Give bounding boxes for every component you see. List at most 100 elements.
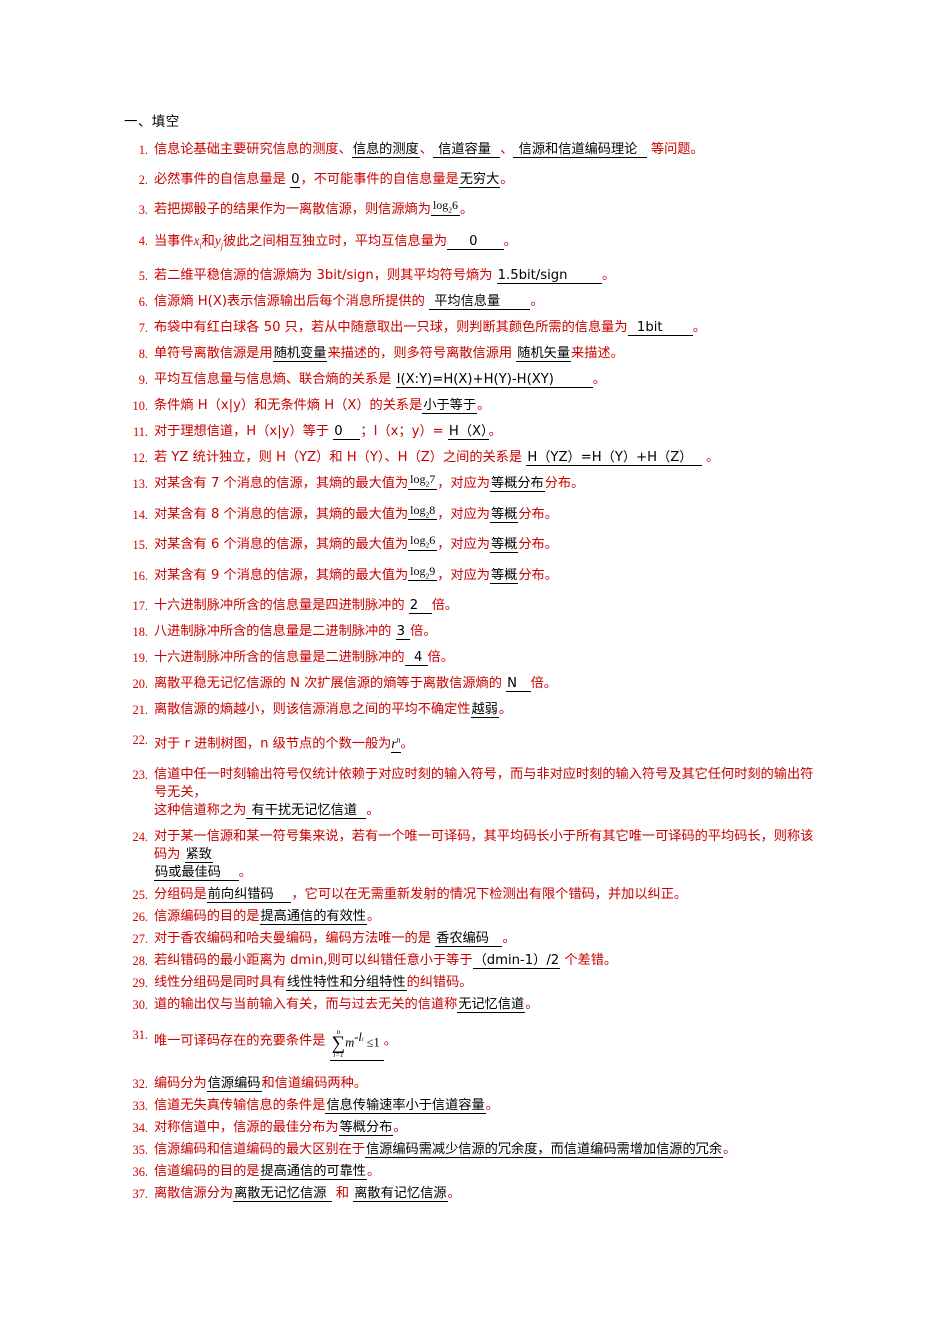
question-text: 。 [460, 202, 474, 217]
answer-blank: 提高通信的有效性 [259, 908, 367, 925]
document-page: 一、填空 1. 信息论基础主要研究信息的测度、信息的测度、 信道容量 、 信源和… [0, 0, 945, 1337]
question-text: 。 [366, 802, 380, 818]
question-text: 。 [498, 702, 513, 718]
log-formula: log26 [430, 198, 461, 216]
answer-blank: 3 [395, 624, 411, 641]
question-text: 道的输出仅与当前输入有关，而与过去无关的信道称 [154, 996, 458, 1012]
question-body: 线性分组码是同时具有线性特性和分组特性的纠错码。 [154, 974, 824, 992]
question-item-7: 7. 布袋中有红白球各 50 只，若从中随意取出一只球，则判断其颜色所需的信息量… [124, 319, 824, 337]
question-text: 。 [692, 320, 707, 336]
question-text: 分布。 [518, 537, 558, 553]
question-number: 21. [132, 703, 149, 718]
answer-blank: N [506, 676, 531, 693]
question-text: 彼此之间相互独立时，平均互信息量为 [222, 233, 448, 249]
question-item-1: 1. 信息论基础主要研究信息的测度、信息的测度、 信道容量 、 信源和信道编码理… [124, 141, 824, 159]
question-number: 19. [132, 651, 149, 666]
question-body: 信源编码的目的是提高通信的有效性。 [154, 908, 824, 926]
question-text: 十六进制脉冲所含的信息量是二进制脉冲的 [154, 650, 405, 666]
question-number: 31. [132, 1027, 149, 1042]
question-body: 离散信源的熵越小，则该信源消息之间的平均不确定性越弱。 [154, 701, 824, 719]
answer-blank: 信道容量 [432, 142, 501, 158]
log-argument: 6 [429, 533, 436, 548]
question-body: 对于 r 进制树图，n 级节点的个数一般为rn。 [154, 731, 824, 753]
answer-blank: rn [391, 735, 401, 753]
answer-blank: 紧致 [184, 846, 213, 863]
question-item-30: 30. 道的输出仅与当前输入有关，而与过去无关的信道称无记忆信道。 [124, 996, 824, 1014]
summation-exponent: -l [354, 1029, 362, 1044]
question-number: 3. [138, 203, 148, 217]
answer-blank: 线性特性和分组特性 [285, 974, 407, 991]
answer-blank: 等概 [490, 537, 519, 554]
log-argument: 6 [452, 198, 459, 212]
answer-blank: 1bit [627, 320, 693, 337]
question-item-29: 29. 线性分组码是同时具有线性特性和分组特性的纠错码。 [124, 974, 824, 992]
question-text: ；I（x；y）= [360, 424, 448, 440]
question-number: 6. [138, 295, 148, 310]
answer-blank: （dmin-1）/2 [472, 952, 561, 969]
question-text: 若纠错码的最小距离为 dmin,则可以纠错任意小于等于 [154, 952, 473, 968]
question-text: 对某含有 7 个消息的信源，其熵的最大值为 [154, 476, 409, 492]
log-base-label: log [410, 533, 426, 548]
question-number: 17. [132, 599, 149, 614]
question-body: 对某含有 6 个消息的信源，其熵的最大值为 log26 ，对应为等概分布。 [154, 533, 824, 555]
question-body: 对某含有 7 个消息的信源，其熵的最大值为 log27 ，对应为等概分布分布。 [154, 473, 824, 494]
question-text: 倍。 [410, 624, 437, 640]
question-text: 等问题。 [646, 142, 704, 157]
question-item-28: 28. 若纠错码的最小距离为 dmin,则可以纠错任意小于等于（dmin-1）/… [124, 952, 824, 970]
question-body: 十六进制脉冲所含的信息量是二进制脉冲的 4 倍。 [154, 649, 824, 667]
question-number: 5. [138, 269, 148, 284]
answer-blank: 等概 [490, 506, 519, 523]
question-text: 对于 r 进制树图，n 级节点的个数一般为 [154, 736, 392, 752]
answer-blank: 小于等于 [422, 398, 478, 415]
answer-blank: 4 [404, 650, 428, 667]
answer-blank: 等概分布 [490, 476, 545, 493]
question-continuation-line: 这种信道称之为 有干扰无记忆信道 。 [154, 802, 824, 820]
question-text: 。 [238, 864, 252, 880]
question-number: 12. [132, 451, 149, 466]
question-item-25: 25. 分组码是前向纠错码 ，它可以在无需重新发射的情况下检测出有限个错码，并加… [124, 886, 824, 904]
question-text: 这种信道称之为 [154, 802, 247, 818]
question-text: 来描述的，则多符号离散信源用 [327, 346, 517, 362]
answer-blank: 信息传输速率小于信道容量 [325, 1098, 486, 1115]
question-number: 15. [132, 538, 149, 553]
question-body: 信道无失真传输信息的条件是信息传输速率小于信道容量。 [154, 1097, 824, 1115]
question-number: 25. [132, 887, 149, 902]
question-item-37: 37. 离散信源分为离散无记忆信源 和 离散有记忆信源。 [124, 1185, 824, 1203]
question-text: 信道编码的目的是 [154, 1164, 260, 1180]
answer-blank: 等概分布 [338, 1120, 394, 1137]
summation-formula: n ∑ i=1 m-li ≤1 [329, 1028, 384, 1062]
question-item-33: 33. 信道无失真传输信息的条件是信息传输速率小于信道容量。 [124, 1097, 824, 1115]
question-body: 对于香农编码和哈夫曼编码，编码方法唯一的是 香农编码 。 [154, 930, 824, 948]
summation-relation: ≤1 [363, 1035, 380, 1049]
question-text: ，对应为 [437, 476, 490, 492]
question-text: 当事件 [154, 233, 194, 249]
question-item-5: 5. 若二维平稳信源的信源熵为 3bit/sign，则其平均符号熵为 1.5bi… [124, 267, 824, 285]
question-text: 离散平稳无记忆信源的 N 次扩展信源的熵等于离散信源熵的 [154, 676, 507, 692]
question-number: 10. [132, 399, 149, 414]
question-number: 29. [132, 975, 149, 990]
question-text: 线性分组码是同时具有 [154, 974, 286, 990]
answer-blank: 0 [333, 424, 361, 441]
question-text: 必然事件的自信息量是 [154, 172, 291, 187]
answer-blank: 提高通信的可靠性 [259, 1164, 367, 1181]
question-item-36: 36. 信道编码的目的是提高通信的可靠性。 [124, 1163, 824, 1181]
question-text: 。 [525, 996, 539, 1012]
answer-blank: 随机变量 [272, 346, 328, 363]
question-number: 27. [132, 931, 149, 946]
question-item-18: 18. 八进制脉冲所含的信息量是二进制脉冲的 3 倍。 [124, 623, 824, 641]
answer-blank: H（X） [447, 424, 489, 441]
section-heading: 一、填空 [124, 114, 180, 130]
question-text: 信源熵 H(X)表示信源输出后每个消息所提供的 [154, 294, 429, 310]
question-text: 。 [367, 1164, 381, 1180]
question-body: 若二维平稳信源的信源熵为 3bit/sign，则其平均符号熵为 1.5bit/s… [154, 267, 824, 285]
question-text: 信道中任一时刻输出符号仅统计依赖于对应时刻的输入符号，而与非对应时刻的输入符号及… [154, 766, 814, 800]
log-base-label: log [410, 502, 426, 517]
question-body: 若纠错码的最小距离为 dmin,则可以纠错任意小于等于（dmin-1）/2 个差… [154, 952, 824, 970]
sigma-glyph: ∑ [331, 1032, 346, 1054]
question-text: 。 [723, 1142, 737, 1158]
question-number: 32. [132, 1077, 149, 1092]
answer-blank: 离散有记忆信源 [353, 1186, 448, 1203]
question-item-21: 21. 离散信源的熵越小，则该信源消息之间的平均不确定性越弱。 [124, 701, 824, 719]
answer-blank: 信源编码需减少信源的冗余度，而信道编码需增加信源的冗余 [365, 1142, 724, 1159]
log-formula: log27 [408, 473, 438, 490]
